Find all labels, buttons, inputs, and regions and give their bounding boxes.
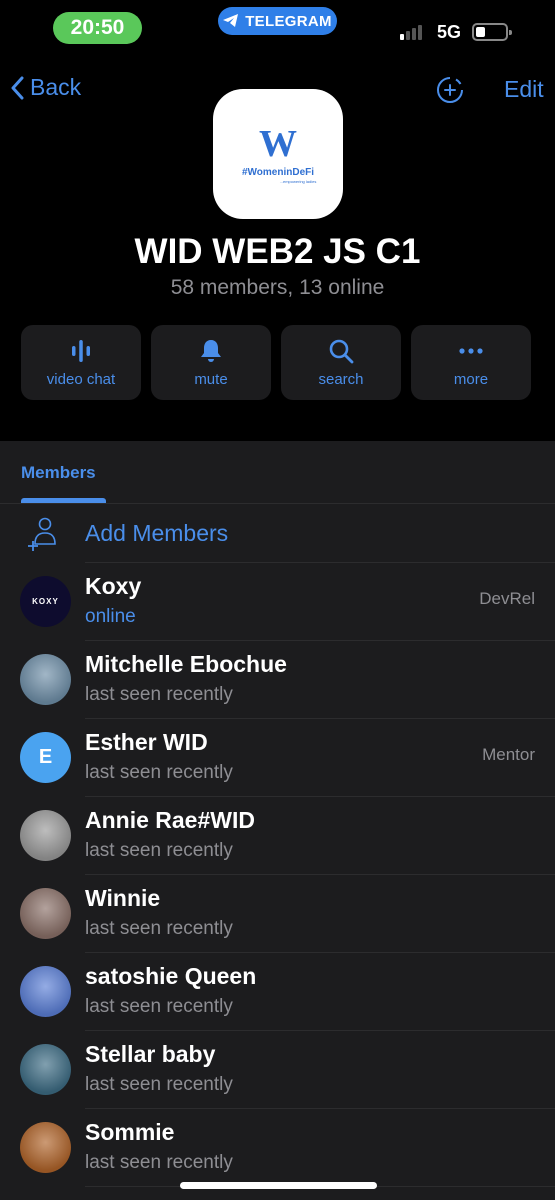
member-status: last seen recently [85,684,233,705]
avatar-initials: KOXY [32,597,59,606]
action-label: more [453,371,489,388]
back-label: Back [30,74,82,100]
tab-members[interactable]: Members [21,463,96,483]
bell-icon [201,340,221,362]
group-title: WID WEB2 JS C1 [134,232,421,271]
status-time: 20:50 [53,12,142,44]
member-row[interactable]: E Esther WID last seen recently Mentor [0,719,555,797]
member-row[interactable]: Winnie last seen recently [0,875,555,953]
avatar [20,1044,71,1095]
back-button[interactable]: Back [10,74,81,101]
member-name: Stellar baby [85,1041,216,1067]
mute-button[interactable]: mute [151,325,271,400]
member-name: Esther WID [85,729,208,755]
chevron-left-icon [11,76,24,99]
more-button[interactable]: more [411,325,531,400]
member-status: online [85,606,136,627]
avatar: KOXY [20,576,71,627]
member-name: satoshie Queen [85,963,257,989]
add-members-label: Add Members [85,520,229,546]
avatar: E [20,732,71,783]
member-status: last seen recently [85,918,233,939]
signal-icon [400,24,422,40]
group-member-count: 58 members, 13 online [170,276,385,299]
video-chat-button[interactable]: video chat [21,325,141,400]
telegram-icon [223,14,239,27]
action-label: search [318,371,364,388]
member-status: last seen recently [85,840,233,861]
network-type: 5G [437,22,462,42]
member-name: Annie Rae#WID [85,807,255,833]
member-row[interactable]: Sommie last seen recently [0,1109,555,1187]
more-icon [459,348,483,354]
member-status: last seen recently [85,996,233,1017]
member-row[interactable]: satoshie Queen last seen recently [0,953,555,1031]
search-icon [329,339,354,364]
home-indicator[interactable] [180,1182,377,1189]
action-label: mute [194,371,228,388]
add-user-icon [28,517,56,551]
logo-text: #WomeninDeFi [241,166,315,178]
avatar [20,810,71,861]
members-panel: Members Add Members KOXY Koxy online DevRel… [0,441,555,1200]
member-status: last seen recently [85,1152,233,1173]
member-name: Sommie [85,1119,175,1145]
member-role-badge: Mentor [482,745,535,764]
battery-icon [472,23,512,41]
search-button[interactable]: search [281,325,401,400]
add-members-button[interactable]: Add Members [0,504,555,563]
member-name: Winnie [85,885,161,911]
return-to-telegram-pill[interactable]: TELEGRAM [218,7,337,35]
member-row[interactable]: KOXY Koxy online DevRel [0,563,555,641]
avatar [20,888,71,939]
avatar-initials: E [38,746,53,768]
member-status: last seen recently [85,762,233,783]
avatar [20,1122,71,1173]
avatar [20,654,71,705]
action-buttons: video chat mute search more [21,325,531,400]
voice-chat-icon [72,340,90,362]
logo-subtext: ...empowering ladies [279,178,317,184]
avatar [20,966,71,1017]
member-row[interactable]: Annie Rae#WID last seen recently [0,797,555,875]
member-name: Mitchelle Ebochue [85,651,287,677]
add-story-icon[interactable] [436,76,464,104]
action-label: video chat [46,371,116,388]
logo-mark: W [259,122,297,165]
app-pill-label: TELEGRAM [245,12,332,30]
edit-button[interactable]: Edit [504,76,544,103]
member-role-badge: DevRel [479,589,535,608]
group-avatar[interactable]: W #WomeninDeFi ...empowering ladies [213,89,343,219]
member-row[interactable]: Mitchelle Ebochue last seen recently [0,641,555,719]
member-status: last seen recently [85,1074,233,1095]
member-name: Koxy [85,573,142,599]
member-row[interactable]: Stellar baby last seen recently [0,1031,555,1109]
